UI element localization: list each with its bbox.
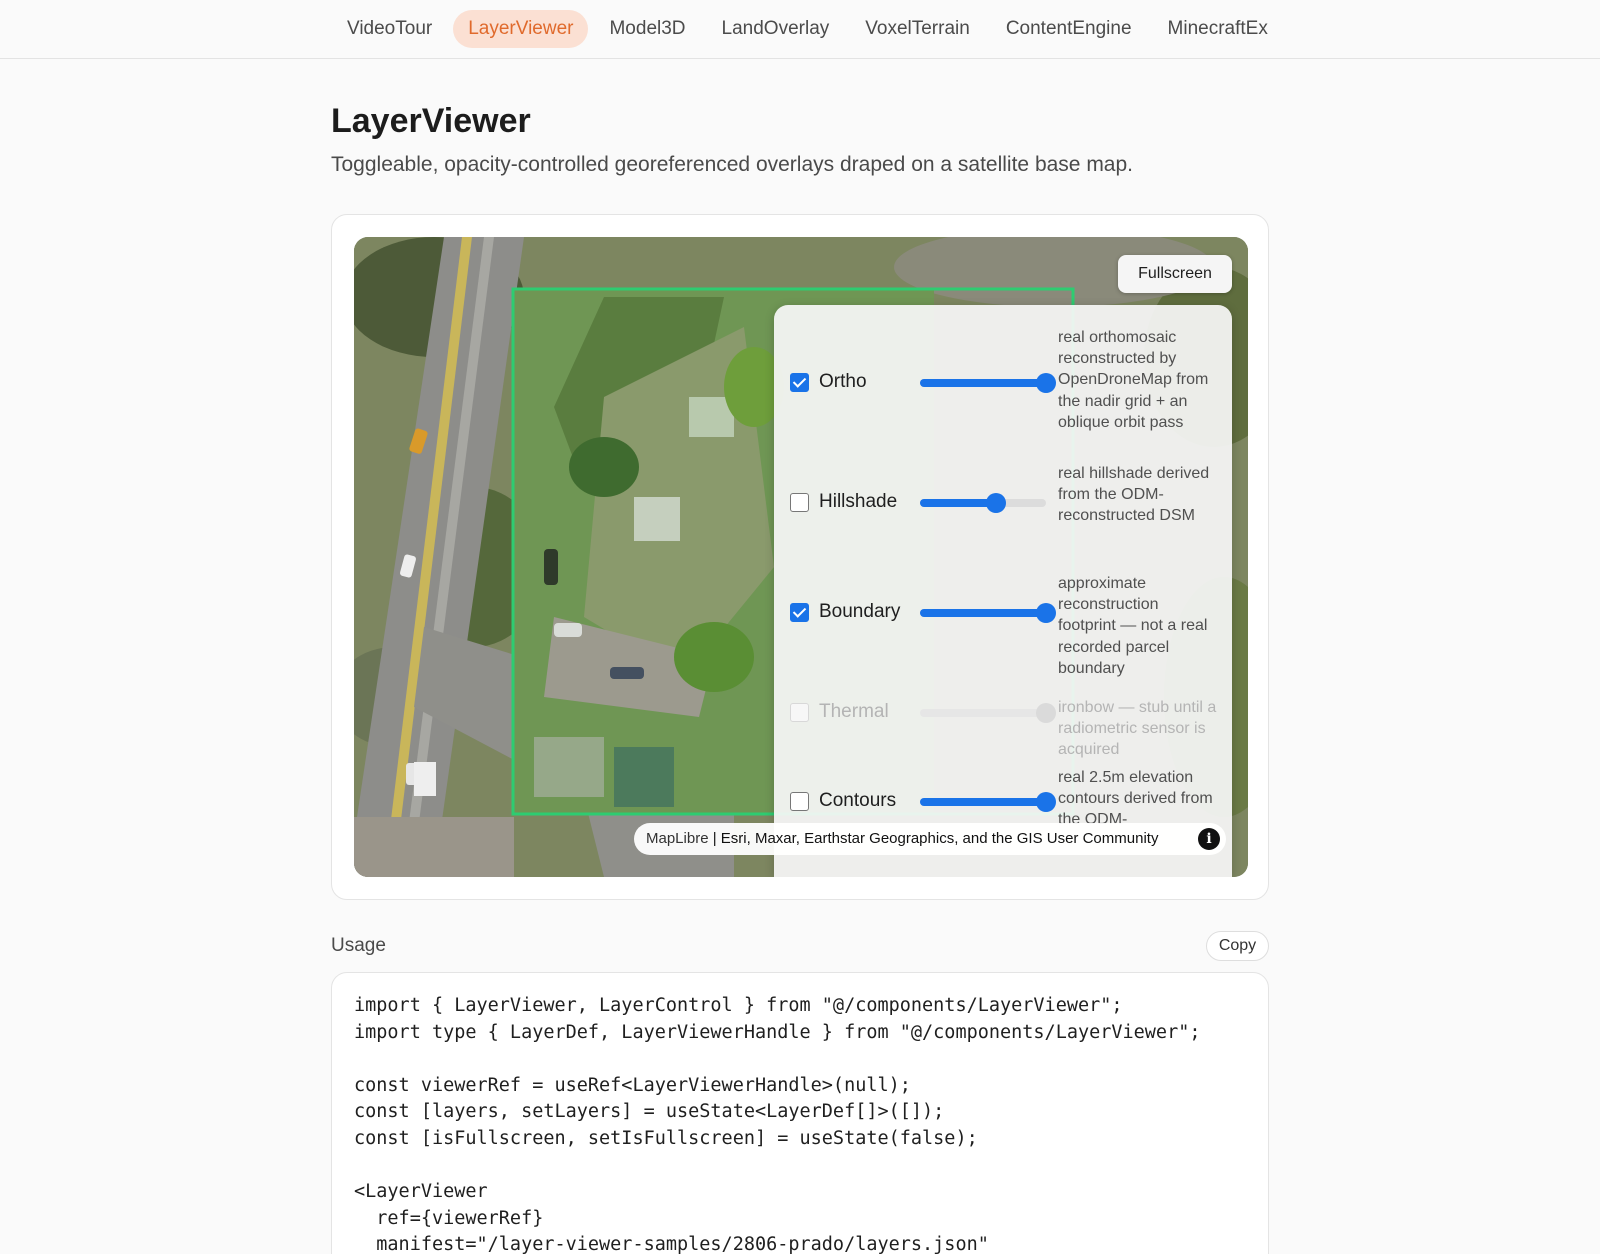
layer-checkbox-thermal: [790, 703, 809, 722]
top-navigation: VideoTour LayerViewer Model3D LandOverlay Vo…: [0, 0, 1600, 59]
layer-label: Hillshade: [819, 491, 898, 512]
code-line: const viewerRef = useRef<LayerViewerHand…: [354, 1074, 911, 1096]
tab-voxelterrain[interactable]: VoxelTerrain: [850, 10, 985, 48]
tab-contentengine[interactable]: ContentEngine: [991, 10, 1147, 48]
code-content: import { LayerViewer, LayerControl } fro…: [354, 993, 1200, 1254]
layer-label: Contours: [819, 790, 897, 811]
attribution-separator: |: [708, 830, 721, 847]
layer-label: Thermal: [819, 701, 889, 722]
code-line: const [isFullscreen, setIsFullscreen] = …: [354, 1127, 978, 1149]
code-line: const [layers, setLayers] = useState<Lay…: [354, 1101, 945, 1123]
code-line: import type { LayerDef, LayerViewerHandl…: [354, 1021, 1201, 1043]
layer-label: Boundary: [819, 601, 901, 622]
slider-thumb[interactable]: [985, 493, 1006, 513]
slider-thumb[interactable]: [1036, 373, 1056, 393]
usage-heading: Usage: [331, 935, 386, 956]
layer-checkbox-boundary[interactable]: [790, 603, 809, 622]
opacity-slider-boundary[interactable]: [920, 603, 1056, 623]
slider-fill: [920, 798, 1046, 806]
demo-card: Fullscreen Ortho real orthomosaic reconst…: [331, 214, 1269, 900]
tab-videotour[interactable]: VideoTour: [332, 10, 447, 48]
code-line: import { LayerViewer, LayerControl } fro…: [354, 995, 1123, 1016]
layer-description: real hillshade derived from the ODM-reco…: [1058, 465, 1210, 525]
layer-checkbox-contours[interactable]: [790, 792, 809, 811]
layer-checkbox-ortho[interactable]: [790, 373, 809, 392]
tab-minecraftex[interactable]: MinecraftEx: [1153, 10, 1283, 48]
maplibre-link[interactable]: MapLibre: [646, 830, 709, 847]
slider-fill: [920, 379, 1046, 387]
layer-description: real 2.5m elevation contours derived fro…: [1058, 769, 1213, 829]
layer-description: approximate reconstruction footprint — n…: [1058, 575, 1208, 677]
slider-fill: [920, 609, 1046, 617]
code-line: ref={viewerRef}: [354, 1207, 544, 1229]
opacity-slider-contours[interactable]: [920, 792, 1056, 812]
opacity-slider-hillshade[interactable]: [920, 493, 1046, 513]
map-attribution: MapLibre | Esri, Maxar, Earthstar Geogra…: [634, 823, 1226, 855]
page-subtitle: Toggleable, opacity-controlled georefere…: [331, 153, 1133, 176]
info-icon[interactable]: i: [1198, 828, 1220, 850]
code-line: <LayerViewer: [354, 1181, 488, 1203]
opacity-slider-thermal: [920, 703, 1056, 723]
slider-thumb[interactable]: [1036, 792, 1056, 812]
tab-landoverlay[interactable]: LandOverlay: [707, 10, 845, 48]
layer-description: real orthomosaic reconstructed by OpenDr…: [1058, 329, 1209, 431]
fullscreen-button[interactable]: Fullscreen: [1118, 255, 1232, 293]
layer-label: Ortho: [819, 371, 867, 392]
map-viewport[interactable]: Fullscreen Ortho real orthomosaic reconst…: [354, 237, 1248, 877]
page-title: LayerViewer: [331, 102, 531, 140]
slider-fill: [920, 499, 996, 507]
layer-checkbox-hillshade[interactable]: [790, 493, 809, 512]
tab-layerviewer[interactable]: LayerViewer: [453, 10, 589, 48]
copy-button[interactable]: Copy: [1206, 931, 1269, 961]
layer-control-panel: Ortho real orthomosaic reconstructed by O…: [774, 305, 1232, 877]
tab-model3d[interactable]: Model3D: [594, 10, 700, 48]
slider-thumb: [1036, 703, 1056, 723]
opacity-slider-ortho[interactable]: [920, 373, 1056, 393]
component-tabs: VideoTour LayerViewer Model3D LandOverlay Vo…: [332, 10, 1312, 48]
attribution-sources: Esri, Maxar, Earthstar Geographics, and …: [720, 830, 1159, 847]
layer-description: ironbow — stub until a radiometric senso…: [1058, 699, 1217, 759]
code-line: manifest="/layer-viewer-samples/2806-pra…: [354, 1234, 989, 1254]
slider-thumb[interactable]: [1036, 603, 1056, 623]
code-block: import { LayerViewer, LayerControl } fro…: [331, 972, 1269, 1254]
